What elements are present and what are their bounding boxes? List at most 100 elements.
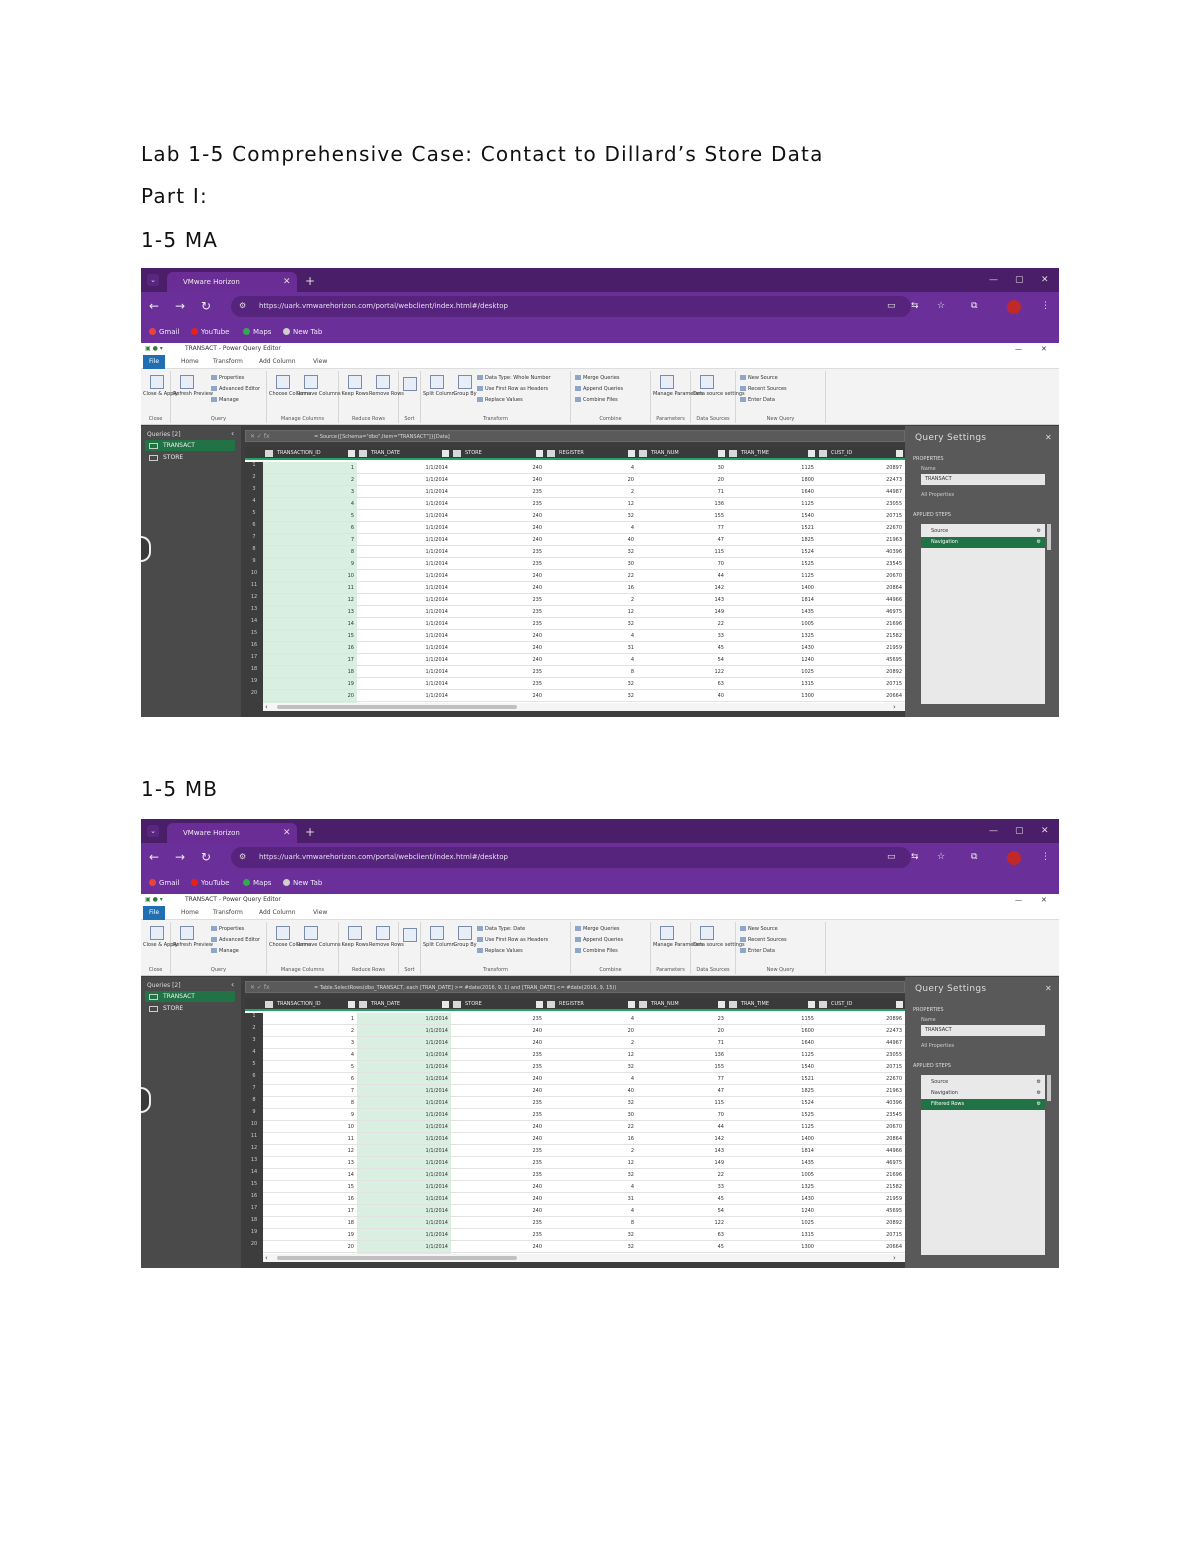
table-cell[interactable]: 40396 xyxy=(817,546,905,558)
table-cell[interactable]: 20896 xyxy=(817,1013,905,1025)
table-cell[interactable]: 20 xyxy=(545,1025,637,1037)
table-row[interactable]: 17 1/1/2014 240 4 54 1240 45695 xyxy=(263,1205,905,1217)
ribbon-tab[interactable]: File xyxy=(143,906,166,920)
query-item[interactable]: STORE xyxy=(145,1003,235,1014)
table-cell[interactable]: 142 xyxy=(637,582,727,594)
table-cell[interactable]: 235 xyxy=(451,498,545,510)
table-cell[interactable]: 122 xyxy=(637,666,727,678)
table-cell[interactable]: 1435 xyxy=(727,1157,817,1169)
table-cell[interactable]: 240 xyxy=(451,522,545,534)
ribbon-button[interactable]: Remove Rows xyxy=(369,926,404,948)
url-input[interactable]: https://uark.vmwarehorizon.com/portal/we… xyxy=(231,296,911,317)
step-settings-icon[interactable]: ⚙ xyxy=(1037,1077,1041,1088)
table-cell[interactable]: 240 xyxy=(451,1085,545,1097)
table-row[interactable]: 16 1/1/2014 240 31 45 1430 21959 xyxy=(263,1193,905,1205)
table-row[interactable]: 13 1/1/2014 235 12 149 1435 46975 xyxy=(263,1157,905,1169)
ribbon-button[interactable]: Refresh Preview xyxy=(173,926,213,948)
table-row[interactable]: 9 1/1/2014 235 30 70 1525 23545 xyxy=(263,1109,905,1121)
bookmark-item[interactable]: YouTube xyxy=(191,877,229,889)
ribbon-button[interactable]: Data source settings xyxy=(693,926,745,948)
table-cell[interactable]: 1/1/2014 xyxy=(357,1037,451,1049)
ribbon-tab[interactable]: Add Column xyxy=(253,355,302,369)
table-cell[interactable]: 1325 xyxy=(727,630,817,642)
table-cell[interactable]: 1/1/2014 xyxy=(357,1193,451,1205)
table-cell[interactable]: 70 xyxy=(637,558,727,570)
ribbon-small-button[interactable]: Enter Data xyxy=(740,948,775,954)
table-row[interactable]: 2 1/1/2014 240 20 20 1600 22473 xyxy=(263,1025,905,1037)
table-cell[interactable]: 7 xyxy=(263,534,357,546)
scrollbar-thumb[interactable] xyxy=(277,705,517,709)
table-cell[interactable]: 235 xyxy=(451,486,545,498)
table-cell[interactable]: 240 xyxy=(451,474,545,486)
table-cell[interactable]: 1/1/2014 xyxy=(357,1229,451,1241)
table-cell[interactable]: 8 xyxy=(545,1217,637,1229)
back-icon[interactable]: ← xyxy=(149,849,159,865)
table-cell[interactable]: 240 xyxy=(451,1205,545,1217)
table-cell[interactable]: 5 xyxy=(263,1061,357,1073)
table-row[interactable]: 19 1/1/2014 235 32 63 1315 20715 xyxy=(263,678,905,690)
table-cell[interactable]: 240 xyxy=(451,1037,545,1049)
table-cell[interactable]: 1430 xyxy=(727,642,817,654)
table-cell[interactable]: 12 xyxy=(545,606,637,618)
column-header[interactable]: TRAN_NUM xyxy=(637,447,727,460)
table-cell[interactable]: 20715 xyxy=(817,678,905,690)
window-close-icon[interactable]: ✕ xyxy=(1041,272,1049,288)
table-cell[interactable]: 45 xyxy=(637,642,727,654)
table-cell[interactable]: 32 xyxy=(545,678,637,690)
table-cell[interactable]: 1315 xyxy=(727,1229,817,1241)
ribbon-button[interactable]: Split Column xyxy=(423,926,455,948)
table-cell[interactable]: 1155 xyxy=(727,1013,817,1025)
table-cell[interactable]: 235 xyxy=(451,1061,545,1073)
table-cell[interactable]: 1/1/2014 xyxy=(357,606,451,618)
table-cell[interactable]: 14 xyxy=(263,618,357,630)
ribbon-small-button[interactable]: Data Type: Date xyxy=(477,926,525,932)
formula-bar[interactable]: ✕ ✓ fx = Source{[Schema="dbo",Item="TRANS… xyxy=(245,430,905,442)
table-cell[interactable]: 1240 xyxy=(727,654,817,666)
table-cell[interactable]: 15 xyxy=(263,1181,357,1193)
column-header[interactable]: TRAN_TIME xyxy=(727,447,817,460)
table-row[interactable]: 2 1/1/2014 240 20 20 1800 22473 xyxy=(263,474,905,486)
horizontal-scrollbar[interactable]: ‹ › xyxy=(263,703,905,711)
table-cell[interactable]: 71 xyxy=(637,486,727,498)
table-cell[interactable]: 143 xyxy=(637,594,727,606)
table-cell[interactable]: 1/1/2014 xyxy=(357,1241,451,1253)
table-cell[interactable]: 142 xyxy=(637,1133,727,1145)
table-cell[interactable]: 235 xyxy=(451,1097,545,1109)
collapse-pane-icon[interactable]: ‹ xyxy=(231,429,234,438)
table-cell[interactable]: 4 xyxy=(263,1049,357,1061)
table-cell[interactable]: 9 xyxy=(263,1109,357,1121)
table-cell[interactable]: 2 xyxy=(545,486,637,498)
table-cell[interactable]: 1/1/2014 xyxy=(357,582,451,594)
table-cell[interactable]: 1325 xyxy=(727,1181,817,1193)
table-cell[interactable]: 15 xyxy=(263,630,357,642)
table-cell[interactable]: 1640 xyxy=(727,1037,817,1049)
table-cell[interactable]: 240 xyxy=(451,690,545,702)
table-cell[interactable]: 20664 xyxy=(817,1241,905,1253)
collapse-pane-icon[interactable]: ‹ xyxy=(231,980,234,989)
bookmark-item[interactable]: New Tab xyxy=(283,326,322,338)
table-cell[interactable]: 240 xyxy=(451,1025,545,1037)
table-cell[interactable]: 44966 xyxy=(817,1145,905,1157)
table-cell[interactable]: 1/1/2014 xyxy=(357,642,451,654)
table-cell[interactable]: 235 xyxy=(451,1109,545,1121)
table-cell[interactable]: 240 xyxy=(451,510,545,522)
table-cell[interactable]: 33 xyxy=(637,630,727,642)
table-cell[interactable]: 45695 xyxy=(817,654,905,666)
minimize-app-icon[interactable]: — xyxy=(1015,343,1022,355)
table-cell[interactable]: 12 xyxy=(263,1145,357,1157)
table-cell[interactable]: 235 xyxy=(451,594,545,606)
table-cell[interactable]: 16 xyxy=(263,642,357,654)
table-cell[interactable]: 22 xyxy=(637,1169,727,1181)
column-filter-icon[interactable] xyxy=(348,1001,355,1008)
table-cell[interactable]: 30 xyxy=(637,462,727,474)
formula-text[interactable]: = Source{[Schema="dbo",Item="TRANSACT"]}… xyxy=(314,431,899,443)
table-cell[interactable]: 16 xyxy=(545,582,637,594)
table-cell[interactable]: 1/1/2014 xyxy=(357,618,451,630)
table-cell[interactable]: 20715 xyxy=(817,1061,905,1073)
browser-tab-title[interactable]: VMware Horizon xyxy=(167,272,297,292)
table-cell[interactable]: 12 xyxy=(263,594,357,606)
table-cell[interactable]: 149 xyxy=(637,1157,727,1169)
bookmark-item[interactable]: Gmail xyxy=(149,326,179,338)
scroll-left-icon[interactable]: ‹ xyxy=(265,1254,268,1262)
table-row[interactable]: 18 1/1/2014 235 8 122 1025 20892 xyxy=(263,1217,905,1229)
